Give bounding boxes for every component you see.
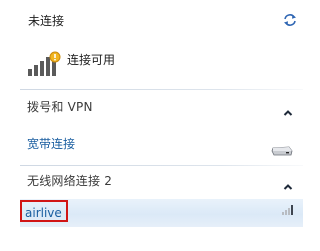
network-flyout: 未连接 连接可用 拨号和 VPN 宽带连接 无线网络连接 2 airlive (0, 0, 320, 251)
refresh-icon[interactable] (282, 12, 298, 28)
availability-status: 连接可用 (67, 53, 116, 67)
wifi-strength-icon (280, 201, 294, 215)
chevron-up-icon[interactable] (283, 176, 293, 190)
section-label: 无线网络连接 2 (27, 174, 113, 188)
section-header-dialup-vpn[interactable]: 拨号和 VPN (20, 96, 303, 118)
list-item-broadband[interactable]: 宽带连接 (20, 133, 303, 156)
network-name: airlive (25, 206, 62, 220)
list-item-label: 宽带连接 (27, 137, 76, 151)
list-item-wifi-network[interactable]: airlive (20, 199, 303, 227)
connection-status-title: 未连接 (28, 14, 65, 28)
chevron-up-icon[interactable] (283, 102, 293, 116)
highlight-box: airlive (20, 200, 68, 222)
divider (20, 89, 303, 90)
signal-bars-icon (27, 51, 61, 77)
modem-icon (271, 141, 293, 156)
section-label: 拨号和 VPN (27, 100, 93, 114)
section-header-wireless[interactable]: 无线网络连接 2 (20, 170, 303, 192)
divider (20, 165, 303, 166)
